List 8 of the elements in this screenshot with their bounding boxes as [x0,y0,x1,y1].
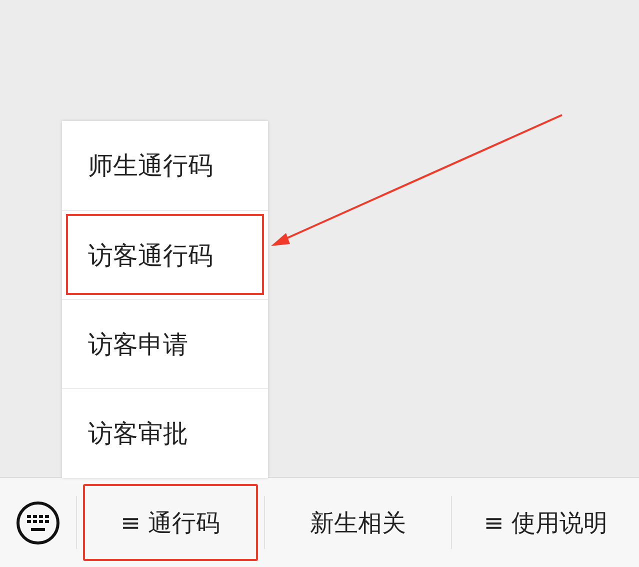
menu-item[interactable]: 访客审批 [62,388,268,477]
menu-item[interactable]: 师生通行码 [62,121,268,210]
menu-item[interactable]: 访客通行码 [62,210,268,299]
menu-item[interactable]: 访客申请 [62,299,268,388]
menu-tab[interactable]: ≡ 使用说明 [458,484,634,561]
menu-tab[interactable]: 新生相关 [270,484,446,561]
menu-tab[interactable]: ≡ 通行码 [83,484,258,561]
keyboard-icon[interactable] [16,500,60,545]
